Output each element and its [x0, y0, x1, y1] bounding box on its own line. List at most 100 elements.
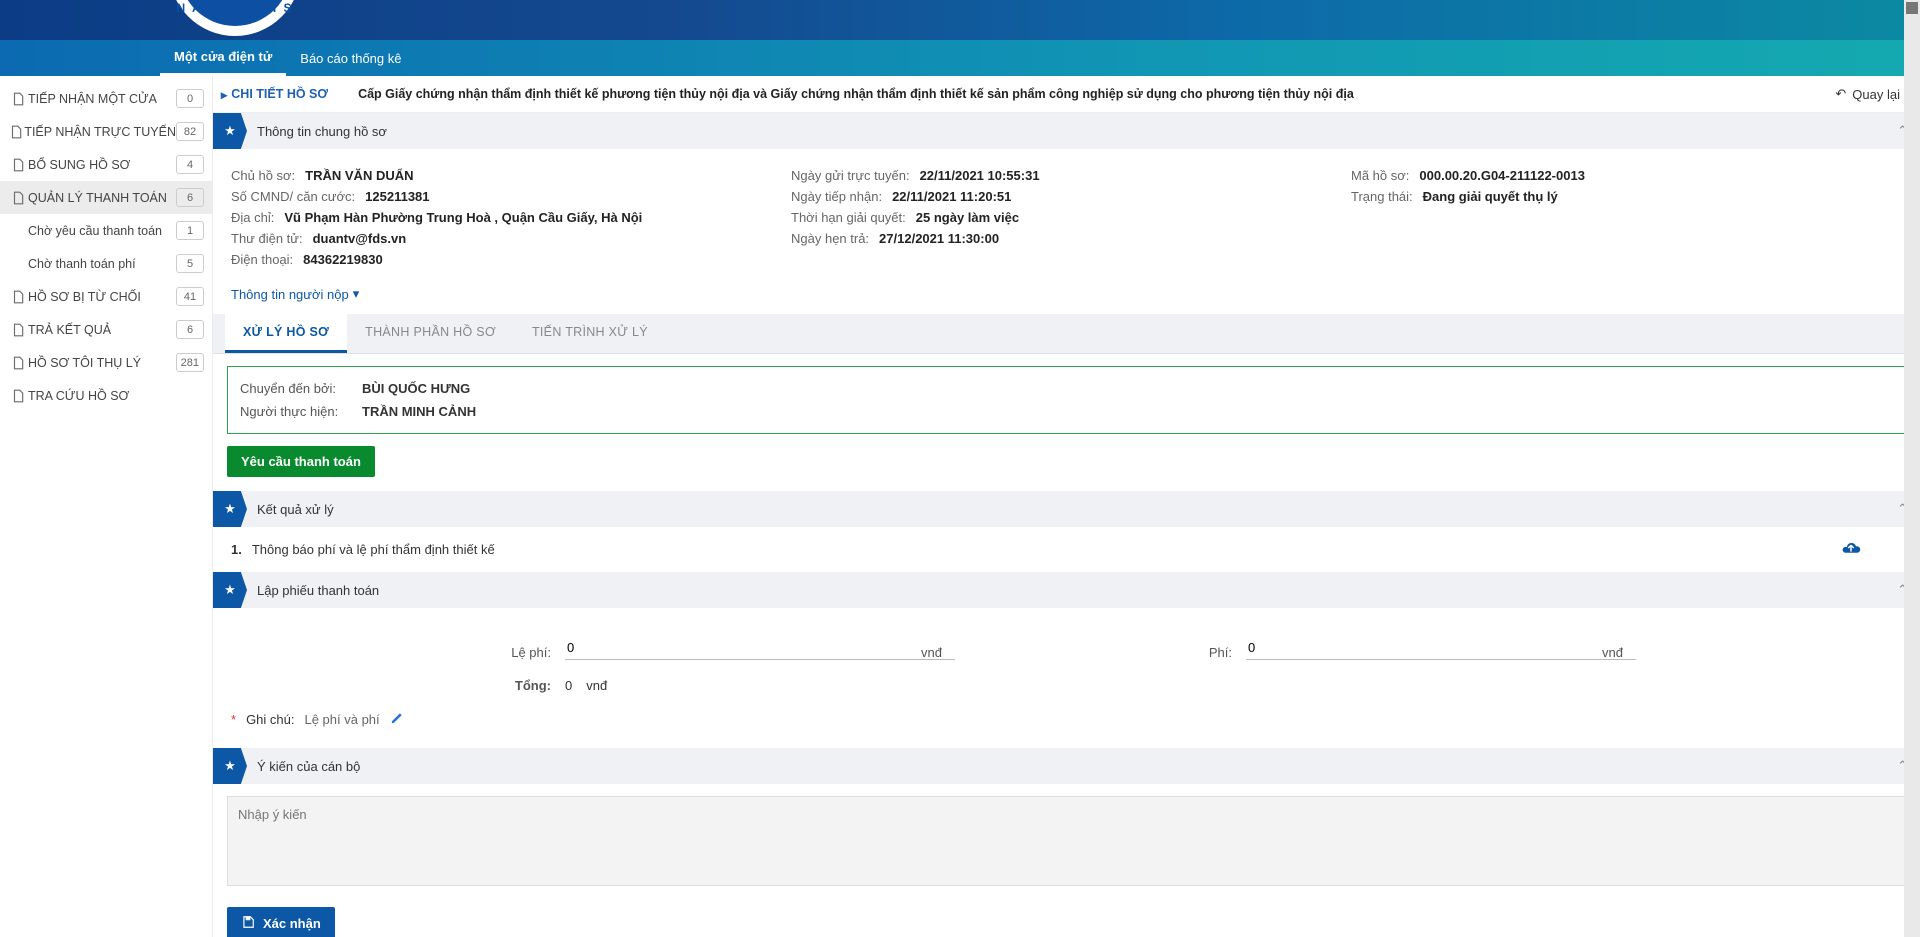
tabs-bar: XỬ LÝ HỒ SƠ THÀNH PHẦN HỒ SƠ TIẾN TRÌNH …	[213, 314, 1920, 354]
logo-badge: N A M R E G I S	[165, 0, 305, 40]
undo-icon: ↶	[1835, 86, 1846, 102]
back-label: Quay lại	[1852, 87, 1900, 102]
field-label: Người thực hiện:	[240, 404, 350, 419]
currency-unit: vnđ	[586, 678, 607, 693]
field-value: 22/11/2021 11:20:51	[892, 189, 1011, 204]
section-header-fee: ★ Lập phiếu thanh toán ⌃	[213, 572, 1920, 608]
pencil-icon	[390, 711, 404, 725]
sidebar-item-label: BỔ SUNG HỒ SƠ	[28, 158, 176, 172]
field-label: Ngày hẹn trả:	[791, 231, 869, 246]
field-label: Thời hạn giải quyết:	[791, 210, 906, 225]
submitter-info-link[interactable]: Thông tin người nộp ▾	[213, 280, 1920, 314]
sidebar-item-rejected[interactable]: HỒ SƠ BỊ TỪ CHỐI 41	[0, 280, 212, 313]
page-title-text: CHI TIẾT HỒ SƠ	[231, 87, 328, 101]
field-label: Lệ phí:	[501, 645, 551, 660]
sidebar-item-result-return[interactable]: TRẢ KẾT QUẢ 6	[0, 313, 212, 346]
field-value: 84362219830	[303, 252, 383, 267]
section-title: Kết quả xử lý	[257, 502, 334, 517]
document-icon	[8, 92, 28, 106]
note-value: Lệ phí và phí	[304, 712, 379, 727]
svg-text:N A M R E G I S: N A M R E G I S	[176, 1, 293, 15]
sidebar-badge: 82	[176, 122, 204, 141]
required-marker: *	[231, 712, 236, 727]
document-icon	[8, 158, 28, 172]
request-payment-button[interactable]: Yêu cầu thanh toán	[227, 446, 375, 477]
sidebar-item-await-request[interactable]: Chờ yêu cầu thanh toán 1	[0, 214, 212, 247]
section-title: Thông tin chung hồ sơ	[257, 124, 387, 139]
sidebar-badge: 6	[176, 320, 204, 339]
field-value: 000.00.20.G04-211122-0013	[1419, 168, 1585, 183]
field-label: Ngày tiếp nhận:	[791, 189, 882, 204]
sidebar-item-label: QUẢN LÝ THANH TOÁN	[28, 191, 176, 205]
tab-timeline[interactable]: TIẾN TRÌNH XỬ LÝ	[514, 314, 666, 353]
tab-process[interactable]: XỬ LÝ HỒ SƠ	[225, 314, 347, 353]
top-nav: Một cửa điện tử Báo cáo thống kê	[0, 40, 1920, 76]
result-number: 1.	[231, 542, 242, 557]
sidebar-item-payment[interactable]: QUẢN LÝ THANH TOÁN 6	[0, 181, 212, 214]
star-badge-icon: ★	[213, 113, 247, 149]
caret-right-icon: ▸	[221, 87, 227, 102]
back-button[interactable]: ↶ Quay lại	[1835, 86, 1910, 102]
document-icon	[8, 191, 28, 205]
sidebar-item-label: TRA CỨU HỒ SƠ	[28, 389, 212, 403]
section-header-opinion: ★ Ý kiến của cán bộ ⌃	[213, 748, 1920, 784]
field-value: Đang giải quyết thụ lý	[1423, 189, 1558, 204]
field-label: Mã hồ sơ:	[1351, 168, 1409, 183]
sidebar-item-label: Chờ thanh toán phí	[28, 257, 176, 271]
content-area: ▸ CHI TIẾT HỒ SƠ Cấp Giấy chứng nhận thẩ…	[213, 76, 1920, 937]
opinion-textarea[interactable]	[227, 796, 1906, 886]
sidebar: TIẾP NHẬN MỘT CỬA 0 TIẾP NHẬN TRỰC TUYẾN…	[0, 76, 213, 937]
fee-input-phi[interactable]	[1246, 636, 1636, 660]
upload-button[interactable]	[1840, 537, 1862, 562]
section-header-result: ★ Kết quả xử lý ⌃	[213, 491, 1920, 527]
sidebar-item-label: HỒ SƠ BỊ TỪ CHỐI	[28, 290, 176, 304]
star-badge-icon: ★	[213, 491, 247, 527]
sidebar-item-label: TIẾP NHẬN MỘT CỬA	[28, 92, 176, 106]
field-value: 27/12/2021 11:30:00	[879, 231, 999, 246]
window-scrollbar[interactable]	[1904, 0, 1920, 937]
sidebar-item-label: HỒ SƠ TÔI THỤ LÝ	[28, 356, 176, 370]
edit-note-button[interactable]	[390, 711, 404, 728]
sidebar-badge: 1	[176, 221, 204, 240]
field-value: 25 ngày làm việc	[916, 210, 1019, 225]
page-subtitle: Cấp Giấy chứng nhận thẩm định thiết kế p…	[358, 87, 1354, 101]
fee-area: Lệ phí: vnđ Phí: vnđ	[213, 608, 1920, 664]
field-label: Phí:	[1182, 645, 1232, 660]
field-label: Chuyển đến bởi:	[240, 381, 350, 396]
sidebar-badge: 41	[176, 287, 204, 306]
document-icon	[8, 125, 24, 139]
nav-one-gate[interactable]: Một cửa điện tử	[160, 40, 286, 76]
field-value: 22/11/2021 10:55:31	[920, 168, 1040, 183]
sidebar-item-intake-onegate[interactable]: TIẾP NHẬN MỘT CỬA 0	[0, 82, 212, 115]
note-row: * Ghi chú: Lệ phí và phí	[213, 701, 1920, 748]
sidebar-item-label: TIẾP NHẬN TRỰC TUYẾN	[24, 125, 176, 139]
field-label: Điện thoại:	[231, 252, 293, 267]
sidebar-item-await-fee[interactable]: Chờ thanh toán phí 5	[0, 247, 212, 280]
confirm-button[interactable]: Xác nhận	[227, 907, 335, 937]
document-icon	[8, 389, 28, 403]
result-row: 1. Thông báo phí và lệ phí thẩm định thi…	[213, 527, 1920, 572]
forward-box: Chuyển đến bởi:BÙI QUỐC HƯNG Người thực …	[227, 366, 1906, 434]
field-label: Ghi chú:	[246, 712, 294, 727]
sidebar-badge: 0	[176, 89, 204, 108]
info-grid: Chủ hồ sơ:TRẦN VĂN DUẨN Số CMND/ căn cướ…	[213, 149, 1920, 280]
fee-input-lephi[interactable]	[565, 636, 955, 660]
total-row: Tổng: 0 vnđ	[213, 664, 1920, 701]
star-badge-icon: ★	[213, 572, 247, 608]
sidebar-item-search[interactable]: TRA CỨU HỒ SƠ	[0, 379, 212, 412]
caret-down-icon: ▾	[353, 286, 360, 302]
sidebar-item-intake-online[interactable]: TIẾP NHẬN TRỰC TUYẾN 82	[0, 115, 212, 148]
scroll-to-top-arrow[interactable]	[1906, 2, 1918, 14]
total-value: 0	[565, 678, 572, 693]
document-icon	[8, 356, 28, 370]
sidebar-item-supplement[interactable]: BỔ SUNG HỒ SƠ 4	[0, 148, 212, 181]
sidebar-item-my-cases[interactable]: HỒ SƠ TÔI THỤ LÝ 281	[0, 346, 212, 379]
field-label: Ngày gửi trực tuyến:	[791, 168, 910, 183]
sidebar-badge: 281	[176, 353, 204, 372]
button-label: Xác nhận	[263, 916, 321, 931]
nav-reports[interactable]: Báo cáo thống kê	[286, 40, 415, 76]
tab-components[interactable]: THÀNH PHẦN HỒ SƠ	[347, 314, 514, 353]
sidebar-item-label: Chờ yêu cầu thanh toán	[28, 224, 176, 238]
document-icon	[8, 290, 28, 304]
field-value: TRẦN VĂN DUẨN	[305, 168, 413, 183]
